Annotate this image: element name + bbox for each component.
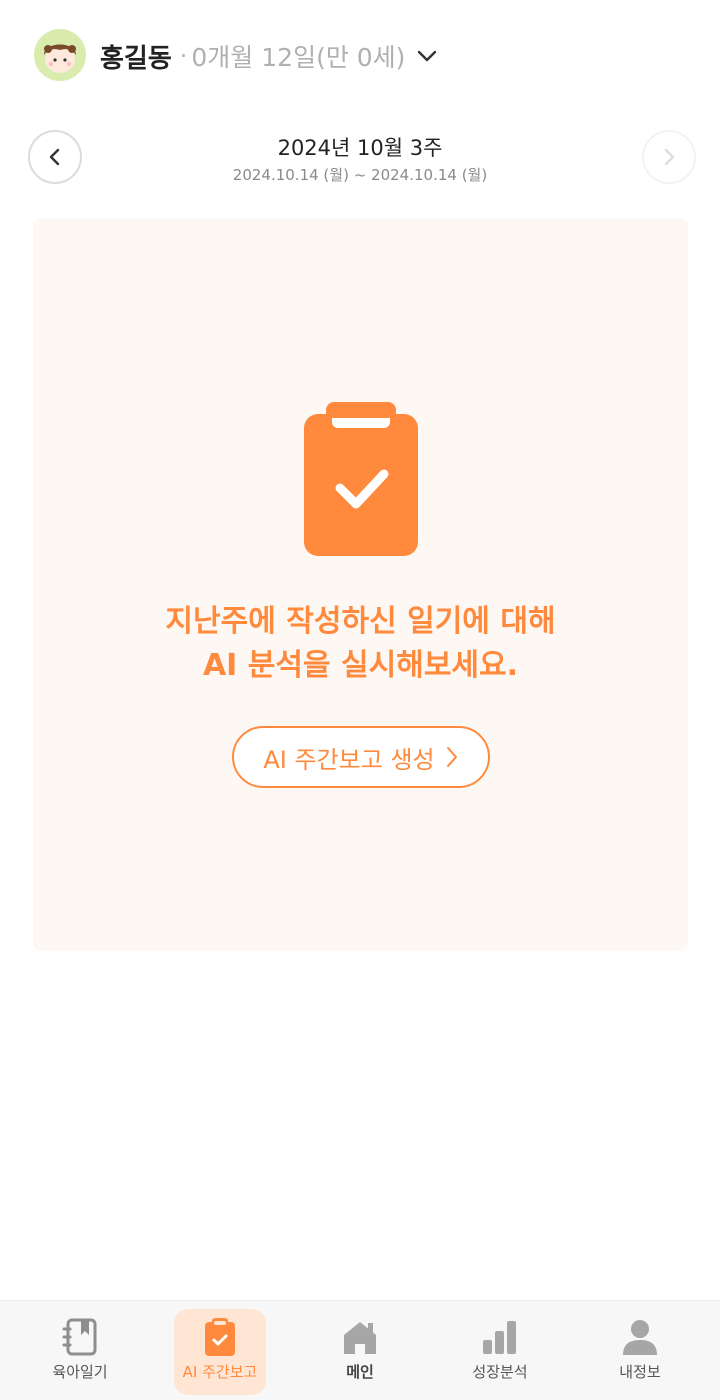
tab-label: 메인	[346, 1363, 374, 1381]
week-date-range: 2024.10.14 (월) ~ 2024.10.14 (월)	[232, 166, 488, 184]
clipboard-check-icon	[304, 402, 418, 556]
empty-state-line2: AI 분석을 실시해보세요.	[202, 648, 519, 683]
chevron-right-icon	[664, 148, 675, 166]
tab-diary[interactable]: 육아일기	[34, 1309, 126, 1395]
home-icon	[340, 1317, 380, 1357]
tab-growth-analysis[interactable]: 성장분석	[454, 1309, 546, 1395]
week-navigation: 2024년 10월 3주 2024.10.14 (월) ~ 2024.10.14…	[0, 126, 720, 190]
person-icon	[620, 1317, 660, 1357]
empty-state-message: 지난주에 작성하신 일기에 대해 AI 분석을 실시해보세요.	[33, 600, 688, 688]
header: 홍길동 · 0개월 12일(만 0세)	[0, 0, 720, 110]
bar-chart-icon	[480, 1317, 520, 1357]
generate-ai-report-button[interactable]: AI 주간보고 생성	[232, 726, 490, 788]
baby-face-icon	[34, 29, 86, 81]
child-profile-selector[interactable]: 홍길동 · 0개월 12일(만 0세)	[100, 36, 439, 76]
week-title: 2024년 10월 3주	[277, 136, 443, 160]
chevron-down-icon[interactable]	[415, 44, 439, 68]
generate-button-label: AI 주간보고 생성	[263, 745, 435, 774]
weekly-report-card: 지난주에 작성하신 일기에 대해 AI 분석을 실시해보세요. AI 주간보고 …	[33, 218, 688, 951]
next-week-button[interactable]	[642, 130, 696, 184]
tab-label: 육아일기	[52, 1363, 108, 1381]
tab-ai-weekly-report[interactable]: AI 주간보고	[174, 1309, 266, 1395]
child-name: 홍길동	[100, 43, 172, 74]
child-avatar[interactable]	[34, 29, 86, 81]
tab-label: AI 주간보고	[182, 1363, 258, 1381]
child-age: 0개월 12일(만 0세)	[191, 43, 406, 72]
chevron-right-icon	[445, 745, 459, 769]
empty-state-line1: 지난주에 작성하신 일기에 대해	[165, 604, 556, 639]
tab-label: 내정보	[619, 1363, 661, 1381]
separator-dot: ·	[179, 42, 188, 70]
clipboard-check-icon	[200, 1317, 240, 1357]
tab-label: 성장분석	[472, 1363, 528, 1381]
tab-my-info[interactable]: 내정보	[594, 1309, 686, 1395]
diary-icon	[60, 1317, 100, 1357]
tab-main[interactable]: 메인	[314, 1309, 406, 1395]
bottom-tab-bar: 육아일기 AI 주간보고 메인 성장분석 내정보	[0, 1300, 720, 1400]
